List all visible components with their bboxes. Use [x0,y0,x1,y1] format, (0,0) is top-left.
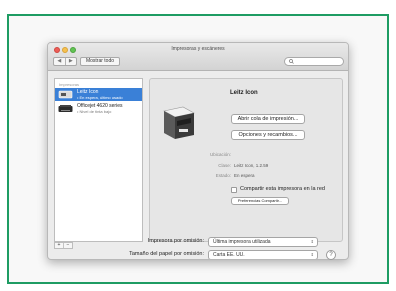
back-button[interactable]: ◀ [54,58,65,65]
default-printer-label: Impresora por omisión: [147,238,204,244]
kind-label: Clase: [218,163,231,168]
remove-printer-button[interactable]: − [63,243,72,248]
show-all-button[interactable]: Mostrar todo [80,57,120,66]
add-printer-button[interactable]: + [55,243,63,248]
printer-detail-panel: Leitz Icon Abrir cola de impresión... Op… [149,78,343,242]
printer-icon [163,106,195,139]
inkjet-printer-icon [58,105,73,112]
printer-list-item-leitz-icon[interactable]: Leitz Icon • En espera, último usado [55,88,142,101]
default-printer-value: Última impresora utilizada [213,239,271,245]
sharing-preferences-button[interactable]: Preferencias Compartir... [231,197,289,205]
title-bar: Impresoras y escáneres ◀ ▶ Mostrar todo [48,43,348,71]
location-label: Ubicación: [209,152,231,157]
printer-title: Leitz Icon [230,90,258,96]
printer-list-header: Impresoras [59,82,80,87]
status-value: En espera [234,173,255,178]
help-button[interactable]: ? [326,250,336,260]
share-printer-checkbox[interactable] [231,187,237,193]
search-icon [289,59,294,64]
printer-list: Impresoras Leitz Icon • En espera, últim… [54,78,143,242]
search-field[interactable] [284,57,344,66]
paper-size-value: Carta EE. UU. [213,252,245,258]
paper-size-select[interactable]: Carta EE. UU. ⇕ [208,250,318,259]
options-supplies-button[interactable]: Opciones y recambios... [231,130,305,140]
nav-buttons: ◀ ▶ [53,57,77,66]
paper-size-label: Tamaño del papel por omisión: [129,251,204,257]
kind-value: Leitz Icon, 1.2.59 [234,163,269,168]
window-title: Impresoras y escáneres [171,46,225,52]
open-print-queue-button[interactable]: Abrir cola de impresión... [231,114,305,124]
printers-window: Impresoras y escáneres ◀ ▶ Mostrar todo … [47,42,349,260]
chevron-updown-icon: ⇕ [310,239,314,244]
status-label: Estado: [215,173,231,178]
add-remove-control: + − [54,242,73,249]
label-printer-icon [58,90,73,99]
printer-list-item-officejet[interactable]: Officejet 4620 series • Nivel de tinta b… [55,102,142,115]
printer-status: • Nivel de tinta bajo [77,109,112,114]
printer-status: • En espera, último usado [77,95,123,100]
chevron-updown-icon: ⇕ [310,252,314,257]
share-printer-label: Compartir esta impresora en la red [240,186,325,192]
default-printer-select[interactable]: Última impresora utilizada ⇕ [208,237,318,247]
forward-button[interactable]: ▶ [64,58,77,65]
